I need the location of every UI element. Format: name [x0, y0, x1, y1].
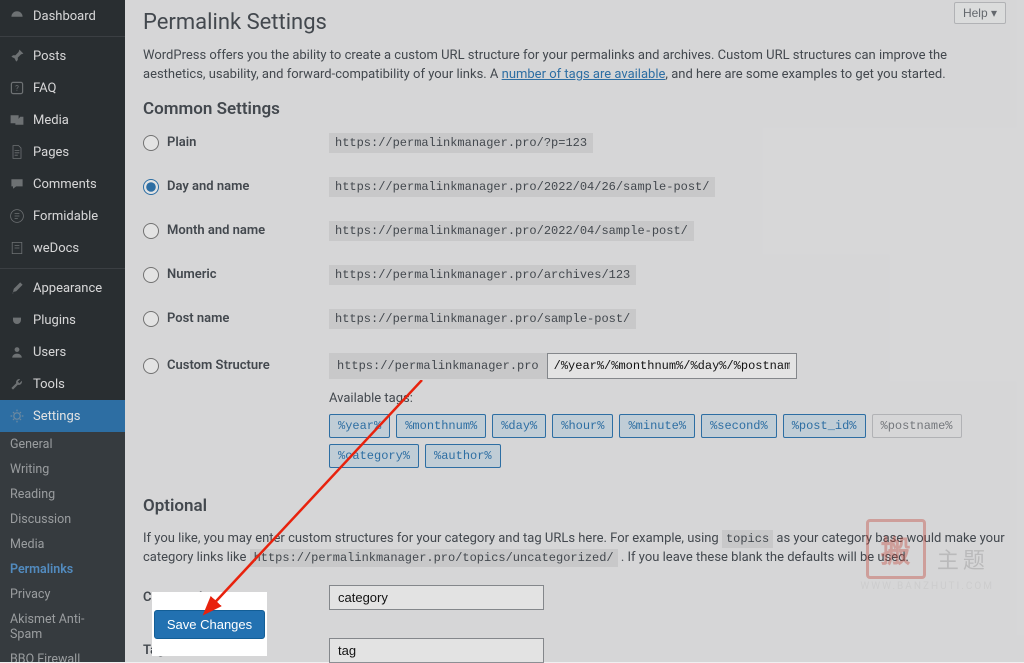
sidebar-item-label: Appearance — [33, 281, 102, 296]
gear-icon — [8, 407, 26, 425]
save-highlight-region: Save Changes — [152, 592, 267, 656]
radio-day-and-name[interactable] — [143, 179, 159, 195]
optional-heading: Optional — [143, 496, 1006, 516]
permalink-option-label: Numeric — [167, 267, 217, 282]
sidebar-item-label: Plugins — [33, 313, 76, 328]
sidebar-item-pages[interactable]: Pages — [0, 136, 125, 168]
sidebar-item-faq[interactable]: ? FAQ — [0, 72, 125, 104]
main-content: Help ▾ Permalink Settings WordPress offe… — [125, 0, 1024, 662]
sidebar-item-posts[interactable]: Posts — [0, 36, 125, 72]
sidebar-sub-item-privacy[interactable]: Privacy — [0, 582, 125, 607]
tags-available-link[interactable]: number of tags are available — [502, 67, 666, 82]
help-button[interactable]: Help ▾ — [954, 2, 1006, 24]
dashboard-icon — [8, 7, 26, 25]
sidebar-item-tools[interactable]: Tools — [0, 368, 125, 400]
sidebar-sub-item-discussion[interactable]: Discussion — [0, 507, 125, 532]
tag-base-input[interactable] — [329, 638, 544, 663]
sidebar-item-label: Dashboard — [33, 9, 96, 24]
sidebar-item-label: Users — [33, 345, 66, 360]
page-title: Permalink Settings — [143, 0, 1006, 41]
permalink-example: https://permalinkmanager.pro/2022/04/26/… — [329, 177, 715, 197]
sidebar-sub-item-media[interactable]: Media — [0, 532, 125, 557]
tag-button-second[interactable]: %second% — [701, 414, 777, 438]
sidebar-item-label: Media — [33, 113, 69, 128]
user-icon — [8, 343, 26, 361]
sidebar-item-users[interactable]: Users — [0, 336, 125, 368]
sidebar-item-label: Tools — [33, 377, 65, 392]
custom-structure-input[interactable] — [547, 353, 797, 379]
tag-button-post_id[interactable]: %post_id% — [783, 414, 866, 438]
tag-button-postname[interactable]: %postname% — [872, 414, 962, 438]
sidebar-item-appearance[interactable]: Appearance — [0, 268, 125, 304]
permalink-example: https://permalinkmanager.pro/archives/12… — [329, 265, 636, 285]
sidebar-item-wedocs[interactable]: weDocs — [0, 232, 125, 264]
available-tags-label: Available tags: — [329, 391, 1006, 406]
tag-button-author[interactable]: %author% — [425, 444, 501, 468]
permalink-example: https://permalinkmanager.pro/2022/04/sam… — [329, 221, 694, 241]
sidebar-sub-item-akismet-anti-spam[interactable]: Akismet Anti-Spam — [0, 607, 125, 647]
radio-plain[interactable] — [143, 135, 159, 151]
sidebar-item-label: Posts — [33, 49, 66, 64]
brush-icon — [8, 279, 26, 297]
admin-sidebar: Dashboard Posts? FAQ Media Pages Comments Form… — [0, 0, 125, 662]
wedocs-icon — [8, 239, 26, 257]
sidebar-item-plugins[interactable]: Plugins — [0, 304, 125, 336]
media-icon — [8, 111, 26, 129]
sidebar-sub-item-reading[interactable]: Reading — [0, 482, 125, 507]
sidebar-sub-item-permalinks[interactable]: Permalinks — [0, 557, 125, 582]
comment-icon — [8, 175, 26, 193]
tag-button-hour[interactable]: %hour% — [552, 414, 613, 438]
sidebar-sub-item-general[interactable]: General — [0, 432, 125, 457]
permalink-option-row: Numeric https://permalinkmanager.pro/arch… — [143, 265, 1006, 285]
tag-button-year[interactable]: %year% — [329, 414, 390, 438]
sidebar-item-label: FAQ — [33, 81, 56, 96]
tag-button-category[interactable]: %category% — [329, 444, 419, 468]
sidebar-item-label: Pages — [33, 145, 69, 160]
sidebar-item-label: Settings — [33, 409, 80, 424]
permalink-option-label: Plain — [167, 135, 196, 150]
permalink-option-row: Plain https://permalinkmanager.pro/?p=123 — [143, 133, 1006, 153]
permalink-example: https://permalinkmanager.pro/sample-post… — [329, 309, 636, 329]
intro-text: WordPress offers you the ability to crea… — [143, 47, 1006, 85]
custom-prefix: https://permalinkmanager.pro — [329, 353, 547, 379]
sidebar-item-comments[interactable]: Comments — [0, 168, 125, 200]
pages-icon — [8, 143, 26, 161]
faq-icon: ? — [8, 79, 26, 97]
permalink-option-label: Day and name — [167, 179, 249, 194]
tag-button-minute[interactable]: %minute% — [619, 414, 695, 438]
form-icon — [8, 207, 26, 225]
sidebar-sub-item-bbq-firewall[interactable]: BBQ Firewall — [0, 647, 125, 662]
pin-icon — [8, 47, 26, 65]
sidebar-item-label: Formidable — [33, 209, 98, 224]
wrench-icon — [8, 375, 26, 393]
radio-post-name[interactable] — [143, 311, 159, 327]
svg-text:?: ? — [15, 84, 19, 93]
plugin-icon — [8, 311, 26, 329]
sidebar-item-dashboard[interactable]: Dashboard — [0, 0, 125, 32]
permalink-option-row: Month and name https://permalinkmanager.p… — [143, 221, 1006, 241]
tag-button-day[interactable]: %day% — [492, 414, 546, 438]
permalink-option-label: Month and name — [167, 223, 265, 238]
radio-custom-structure[interactable] — [143, 358, 159, 374]
sidebar-item-label: Comments — [33, 177, 97, 192]
permalink-option-row: Day and name https://permalinkmanager.pro… — [143, 177, 1006, 197]
sidebar-item-formidable[interactable]: Formidable — [0, 200, 125, 232]
permalink-option-row: Post name https://permalinkmanager.pro/sa… — [143, 309, 1006, 329]
radio-month-and-name[interactable] — [143, 223, 159, 239]
tag-button-monthnum[interactable]: %monthnum% — [396, 414, 486, 438]
permalink-example: https://permalinkmanager.pro/?p=123 — [329, 133, 593, 153]
custom-structure-label: Custom Structure — [167, 358, 270, 373]
radio-numeric[interactable] — [143, 267, 159, 283]
save-changes-button[interactable]: Save Changes — [154, 610, 265, 639]
permalink-option-label: Post name — [167, 311, 229, 326]
common-settings-heading: Common Settings — [143, 99, 1006, 119]
sidebar-item-label: weDocs — [33, 241, 79, 256]
sidebar-sub-item-writing[interactable]: Writing — [0, 457, 125, 482]
sidebar-item-media[interactable]: Media — [0, 104, 125, 136]
optional-description: If you like, you may enter custom struct… — [143, 530, 1006, 568]
sidebar-item-settings[interactable]: Settings — [0, 400, 125, 432]
category-base-input[interactable] — [329, 585, 544, 610]
